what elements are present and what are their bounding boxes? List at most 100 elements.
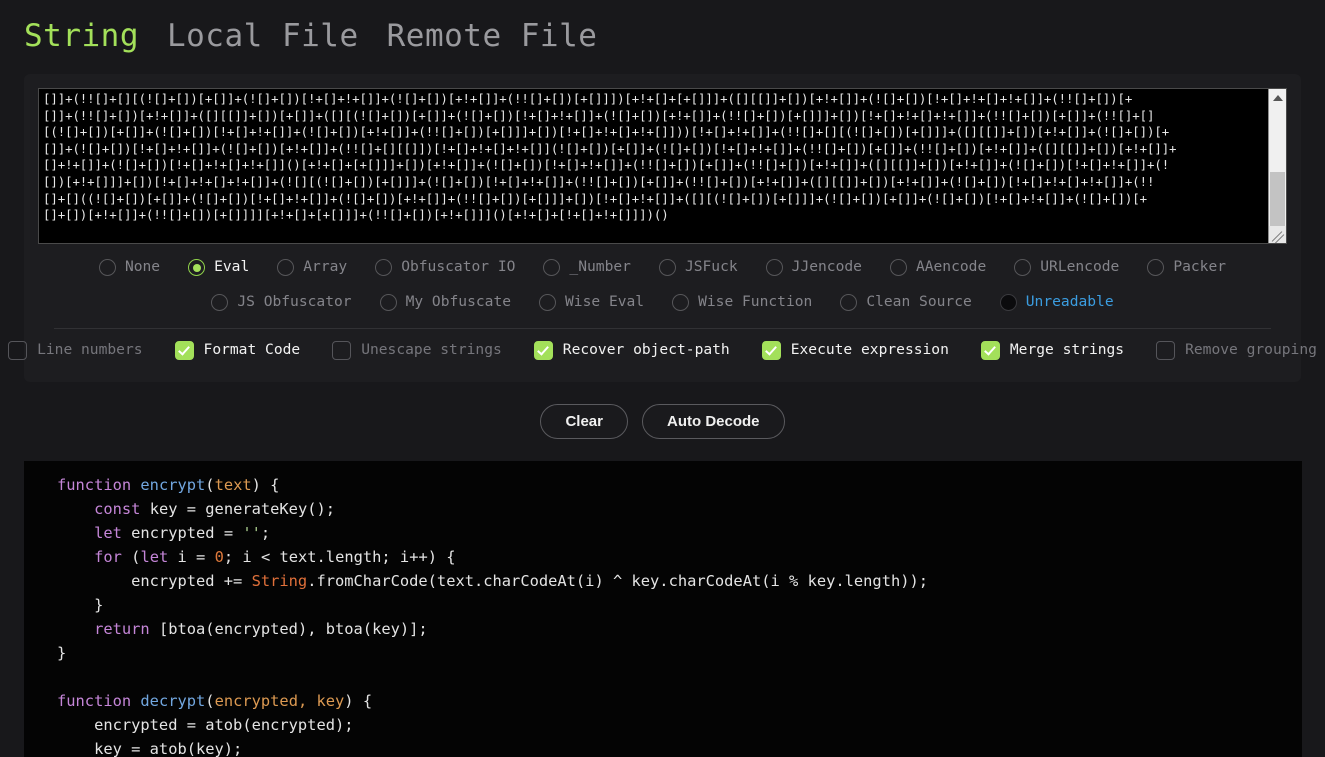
radio-circle-icon[interactable] xyxy=(890,259,907,276)
radio-option--number[interactable]: _Number xyxy=(529,259,645,276)
decoded-output-code[interactable]: function encrypt(text) { const key = gen… xyxy=(24,461,1302,757)
radio-option-none[interactable]: None xyxy=(85,259,174,276)
radio-option-urlencode[interactable]: URLencode xyxy=(1000,259,1133,276)
code-token: decrypt xyxy=(140,692,205,710)
code-line xyxy=(24,665,1302,689)
code-input-textarea[interactable]: []]+(!![]+[][(![]+[])[+[]]+(![]+[])[!+[]… xyxy=(39,89,1268,243)
radio-circle-icon[interactable] xyxy=(99,259,116,276)
code-token: ( xyxy=(205,692,214,710)
checkbox-option-line-numbers[interactable]: Line numbers xyxy=(0,341,159,360)
radio-option-label: JSFuck xyxy=(685,260,738,275)
checkbox-option-format-code[interactable]: Format Code xyxy=(159,341,317,360)
radio-circle-icon[interactable] xyxy=(211,294,228,311)
radio-circle-icon[interactable] xyxy=(543,259,560,276)
checkbox-empty-icon[interactable] xyxy=(1156,341,1175,360)
radio-circle-icon[interactable] xyxy=(1147,259,1164,276)
code-token xyxy=(57,668,66,686)
checkbox-option-recover-object-path[interactable]: Recover object-path xyxy=(518,341,746,360)
code-token: '' xyxy=(242,524,261,542)
radio-option-label: Obfuscator IO xyxy=(401,260,515,275)
action-button-row: Clear Auto Decode xyxy=(0,404,1325,439)
radio-circle-icon[interactable] xyxy=(840,294,857,311)
radio-option-jjencode[interactable]: JJencode xyxy=(752,259,876,276)
radio-circle-icon[interactable] xyxy=(277,259,294,276)
code-line: const key = generateKey(); xyxy=(24,497,1302,521)
code-token: let xyxy=(94,524,122,542)
code-input-area[interactable]: []]+(!![]+[][(![]+[])[+[]]+(![]+[])[!+[]… xyxy=(38,88,1287,244)
checkbox-option-label: Line numbers xyxy=(37,343,142,358)
checkmark-icon[interactable] xyxy=(175,341,194,360)
clear-button[interactable]: Clear xyxy=(540,404,628,439)
radio-option-clean-source[interactable]: Clean Source xyxy=(826,294,985,311)
code-line: return [btoa(encrypted), btoa(key)]; xyxy=(24,617,1302,641)
radio-circle-icon[interactable] xyxy=(188,259,205,276)
radio-circle-icon[interactable] xyxy=(766,259,783,276)
decode-options-row: Line numbers Format CodeUnescape stringsR… xyxy=(38,329,1287,372)
tab-local-file[interactable]: Local File xyxy=(167,21,359,52)
radio-option-unreadable[interactable]: Unreadable xyxy=(986,294,1128,311)
radio-option-eval[interactable]: Eval xyxy=(174,259,263,276)
checkbox-option-merge-strings[interactable]: Merge strings xyxy=(965,341,1140,360)
code-token: ; i < text.length; i++) { xyxy=(224,548,456,566)
radio-option-obfuscator-io[interactable]: Obfuscator IO xyxy=(361,259,529,276)
code-line: function encrypt(text) { xyxy=(24,473,1302,497)
radio-circle-icon[interactable] xyxy=(380,294,397,311)
radio-option-wise-function[interactable]: Wise Function xyxy=(658,294,826,311)
checkbox-option-execute-expression[interactable]: Execute expression xyxy=(746,341,965,360)
tab-string[interactable]: String xyxy=(24,21,139,52)
scrollbar-track[interactable] xyxy=(1269,106,1286,209)
radio-circle-icon[interactable] xyxy=(1014,259,1031,276)
decode-method-row-2: JS Obfuscator My Obfuscate Wise EvalWise F… xyxy=(38,285,1287,320)
radio-option-wise-eval[interactable]: Wise Eval xyxy=(525,294,658,311)
code-token: let xyxy=(140,548,168,566)
radio-option-my-obfuscate[interactable]: My Obfuscate xyxy=(366,294,525,311)
checkbox-option-label: Execute expression xyxy=(791,343,949,358)
radio-option-label: URLencode xyxy=(1040,260,1119,275)
code-token: ) { xyxy=(344,692,372,710)
radio-option-label: Clean Source xyxy=(866,295,971,310)
radio-circle-icon[interactable] xyxy=(1000,294,1017,311)
radio-option-aaencode[interactable]: AAencode xyxy=(876,259,1000,276)
textarea-resize-grip[interactable] xyxy=(1269,226,1286,243)
code-line: function decrypt(encrypted, key) { xyxy=(24,689,1302,713)
checkbox-option-remove-grouping[interactable]: Remove grouping xyxy=(1140,341,1325,360)
code-token: [btoa(encrypted), btoa(key)]; xyxy=(150,620,428,638)
code-token: function xyxy=(57,692,140,710)
scroll-up-button[interactable] xyxy=(1269,89,1286,106)
radio-option-js-obfuscator[interactable]: JS Obfuscator xyxy=(197,294,365,311)
radio-circle-icon[interactable] xyxy=(672,294,689,311)
input-vertical-scrollbar[interactable] xyxy=(1268,89,1286,243)
auto-decode-button[interactable]: Auto Decode xyxy=(642,404,785,439)
code-token: .fromCharCode(text.charCodeAt(i) ^ key.c… xyxy=(307,572,928,590)
code-token: function xyxy=(57,476,140,494)
input-options-panel: []]+(!![]+[][(![]+[])[+[]]+(![]+[])[!+[]… xyxy=(24,74,1301,382)
code-token: encrypted = xyxy=(122,524,242,542)
radio-circle-icon[interactable] xyxy=(375,259,392,276)
checkbox-empty-icon[interactable] xyxy=(332,341,351,360)
radio-option-packer[interactable]: Packer xyxy=(1133,259,1240,276)
code-token: encrypted, key xyxy=(215,692,345,710)
radio-circle-icon[interactable] xyxy=(659,259,676,276)
code-token: encrypted = atob(encrypted); xyxy=(57,716,354,734)
radio-option-label: JS Obfuscator xyxy=(237,295,351,310)
checkbox-option-unescape-strings[interactable]: Unescape strings xyxy=(316,341,518,360)
radio-option-label: Unreadable xyxy=(1026,295,1114,310)
decode-method-row-1: NoneEvalArray Obfuscator IO _Number JSFuck J… xyxy=(38,250,1287,285)
checkmark-icon[interactable] xyxy=(534,341,553,360)
code-token: i = xyxy=(168,548,214,566)
radio-option-label: My Obfuscate xyxy=(406,295,511,310)
checkmark-icon[interactable] xyxy=(981,341,1000,360)
radio-option-jsfuck[interactable]: JSFuck xyxy=(645,259,752,276)
code-line: } xyxy=(24,641,1302,665)
code-line: encrypted += String.fromCharCode(text.ch… xyxy=(24,569,1302,593)
radio-circle-icon[interactable] xyxy=(539,294,556,311)
code-token xyxy=(57,500,94,518)
code-token xyxy=(57,524,94,542)
checkbox-empty-icon[interactable] xyxy=(8,341,27,360)
radio-option-array[interactable]: Array xyxy=(263,259,361,276)
code-token: } xyxy=(57,644,66,662)
checkmark-icon[interactable] xyxy=(762,341,781,360)
code-token: encrypted += xyxy=(57,572,252,590)
code-token: 0 xyxy=(215,548,224,566)
tab-remote-file[interactable]: Remote File xyxy=(387,21,598,52)
